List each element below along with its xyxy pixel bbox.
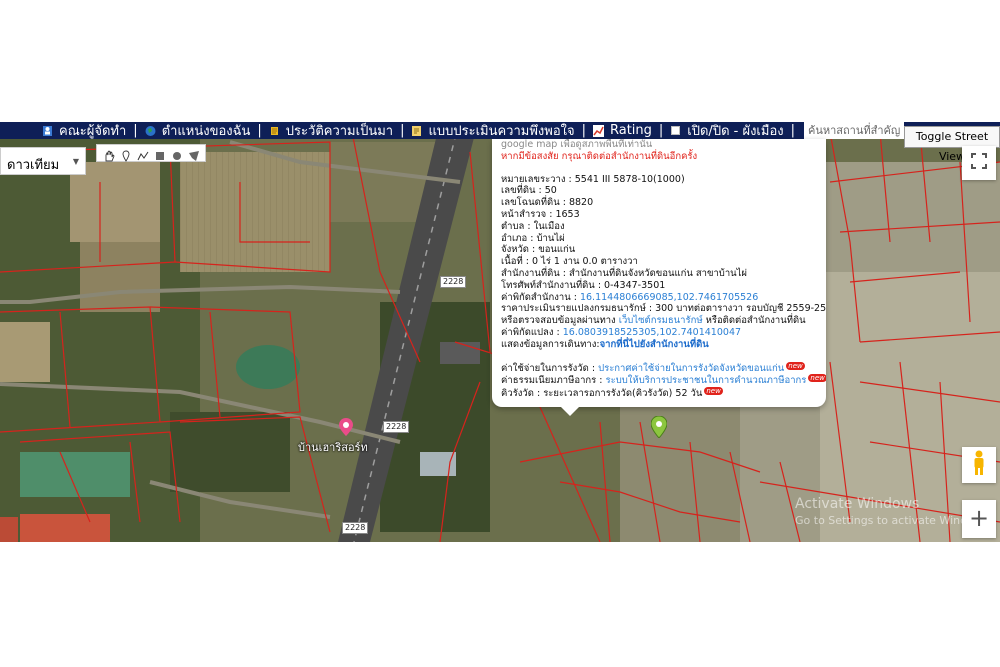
menu-my-location[interactable]: ตำแหน่งของฉัน xyxy=(145,120,251,141)
menu-separator: | xyxy=(790,123,795,138)
info-land-office: สำนักงานที่ดิน : สำนักงานที่ดินจังหวัดขอ… xyxy=(501,267,748,279)
info-queue-text: ระยะเวลารอการรังวัด(คิวรังวัด) 52 วัน xyxy=(543,388,703,400)
plus-icon: + xyxy=(968,504,990,532)
info-queue-prefix: คิวรังวัด : xyxy=(501,388,544,400)
parcel-marker-icon[interactable] xyxy=(650,415,668,442)
info-route-prefix: แสดงข้อมูลการเดินทาง: xyxy=(501,338,600,350)
info-province: จังหวัด : ขอนแก่น xyxy=(501,244,576,256)
shop-marker-icon[interactable] xyxy=(339,418,353,440)
menu-toggle-city-plan[interactable]: เปิด/ปิด - ผังเมือง xyxy=(670,120,784,141)
road-number-sign: 2228 xyxy=(342,522,369,534)
info-deed-number: เลขโฉนดที่ดิน : 8820 xyxy=(501,197,594,209)
info-subdistrict: ตำบล : ในเมือง xyxy=(501,220,565,232)
menu-separator: | xyxy=(581,123,586,138)
new-badge: new xyxy=(704,387,723,396)
map-type-value: ดาวเทียม xyxy=(7,158,60,173)
info-survey-page: หน้าสำรวจ : 1653 xyxy=(501,208,580,220)
fullscreen-button[interactable] xyxy=(962,146,996,180)
shop-name-label: บ้านเฮาริสอร์ท xyxy=(298,441,368,454)
info-warning: หากมีข้อสงสัย กรุณาติดต่อสำนักงานที่ดินอ… xyxy=(501,150,698,162)
info-fee-prefix: ค่าใช้จ่ายในการรังวัด : xyxy=(501,362,599,374)
route-to-office-link[interactable]: จากที่นี่ไปยังสำนักงานที่ดิน xyxy=(600,339,709,350)
info-window-tail xyxy=(560,406,580,416)
info-verify-suffix: หรือติดต่อสำนักงานที่ดิน xyxy=(702,315,806,327)
menu-satisfaction-survey-label: แบบประเมินความพึงพอใจ xyxy=(428,124,575,139)
scroll-icon xyxy=(269,125,280,137)
info-area: เนื้อที่ : 0 ไร่ 1 งาน 0.0 ตารางวา xyxy=(501,256,638,268)
menu-separator: | xyxy=(400,123,405,138)
menu-rating[interactable]: Rating xyxy=(592,123,652,138)
people-icon xyxy=(42,125,53,137)
tax-calculator-link[interactable]: ระบบให้บริการประชาชนในการคำนวณภาษีอากร xyxy=(606,375,807,386)
menu-rating-label: Rating xyxy=(609,123,652,138)
road-number-sign: 2228 xyxy=(440,276,467,288)
menu-toggle-city-plan-label: เปิด/ปิด - ผังเมือง xyxy=(687,124,784,139)
polyline-icon[interactable] xyxy=(137,147,149,161)
info-verify-prefix: หรือตรวจสอบข้อมูลผ่านทาง xyxy=(501,315,619,327)
menu-separator: | xyxy=(257,123,262,138)
new-badge: new xyxy=(786,361,805,370)
info-office-coords-label: ค่าพิกัดสำนักงาน : xyxy=(501,291,580,303)
info-parcel-coords-row: ค่าพิกัดแปลง : 16.0803918525305,102.7401… xyxy=(501,327,818,339)
menu-history-label: ประวัติความเป็นมา xyxy=(285,124,394,139)
info-district: อำเภอ : บ้านไผ่ xyxy=(501,232,565,244)
survey-fee-link[interactable]: ประกาศค่าใช้จ่ายในการรังวัดจังหวัดขอนแก่… xyxy=(598,363,784,374)
menu-separator: | xyxy=(133,123,138,138)
chevron-down-icon: ▼ xyxy=(72,157,79,166)
fullscreen-icon xyxy=(971,153,987,173)
marker-icon[interactable] xyxy=(120,147,132,162)
chart-icon xyxy=(592,124,604,137)
pegman-icon xyxy=(971,450,987,480)
info-header-note: google map เพื่อดูสภาพพื้นที่เท่านั้น xyxy=(501,139,653,150)
menu-history[interactable]: ประวัติความเป็นมา xyxy=(269,120,393,141)
info-queue-row: คิวรังวัด : ระยะเวลารอการรังวัด(คิวรังวั… xyxy=(501,387,818,400)
form-icon xyxy=(411,125,422,137)
rectangle-icon[interactable] xyxy=(154,147,166,160)
menu-team[interactable]: คณะผู้จัดทำ xyxy=(42,120,126,141)
info-price: ราคาประเมินรายแปลงกรมธนารักษ์ : 300 บาทต… xyxy=(501,303,826,315)
new-badge: new xyxy=(808,374,826,383)
globe-icon xyxy=(145,125,156,137)
info-tax-prefix: ค่าธรรมเนียมภาษีอากร : xyxy=(501,375,606,387)
street-view-pegman-button[interactable] xyxy=(962,447,996,483)
menu-team-label: คณะผู้จัดทำ xyxy=(59,124,127,139)
menu-my-location-label: ตำแหน่งของฉัน xyxy=(161,124,251,139)
info-route-row: แสดงข้อมูลการเดินทาง:จากที่นี่ไปยังสำนัก… xyxy=(501,339,818,351)
info-fee-row: ค่าใช้จ่ายในการรังวัด : ประกาศค่าใช้จ่าย… xyxy=(501,361,818,375)
zoom-in-button[interactable]: + xyxy=(962,500,996,538)
drawing-toolbar xyxy=(96,144,206,162)
menu-separator: | xyxy=(658,123,664,138)
map-type-select[interactable]: ดาวเทียม ▼ xyxy=(0,147,86,175)
info-verify-row: หรือตรวจสอบข้อมูลผ่านทาง เว็บไซต์กรมธนาร… xyxy=(501,315,818,327)
polygon-icon[interactable] xyxy=(188,147,200,161)
circle-icon[interactable] xyxy=(171,147,183,160)
info-office-coords-row: ค่าพิกัดสำนักงาน : 16.1144806669085,102.… xyxy=(501,292,818,304)
info-office-phone: โทรศัพท์สำนักงานที่ดิน : 0-4347-3501 xyxy=(501,279,666,291)
checkbox-icon[interactable] xyxy=(670,125,681,137)
landmark-search-input[interactable]: ค้นหาสถานที่สำคัญ xyxy=(804,122,904,139)
treasury-website-link[interactable]: เว็บไซต์กรมธนารักษ์ xyxy=(619,315,703,326)
office-coords-link[interactable]: 16.1144806669085,102.7461705526 xyxy=(580,292,758,303)
info-tax-row: ค่าธรรมเนียมภาษีอากร : ระบบให้บริการประช… xyxy=(501,374,826,387)
info-sheet-number: หมายเลขระวาง : 5541 III 5878-10(1000) xyxy=(501,173,685,185)
info-parcel-coords-label: ค่าพิกัดแปลง : xyxy=(501,326,563,338)
parcel-info-window: google map เพื่อดูสภาพพื้นที่เท่านั้น หา… xyxy=(492,139,826,407)
hand-icon[interactable] xyxy=(103,147,115,162)
parcel-coords-link[interactable]: 16.0803918525305,102.7401410047 xyxy=(563,327,741,338)
top-menu-bar: คณะผู้จัดทำ | ตำแหน่งของฉัน | ประวัติควา… xyxy=(0,122,1000,139)
info-parcel-number: เลขที่ดิน : 50 xyxy=(501,185,557,197)
toggle-street-view-button[interactable]: Toggle Street View xyxy=(904,126,1000,163)
road-number-sign: 2228 xyxy=(383,421,410,433)
menu-satisfaction-survey[interactable]: แบบประเมินความพึงพอใจ xyxy=(411,120,575,141)
